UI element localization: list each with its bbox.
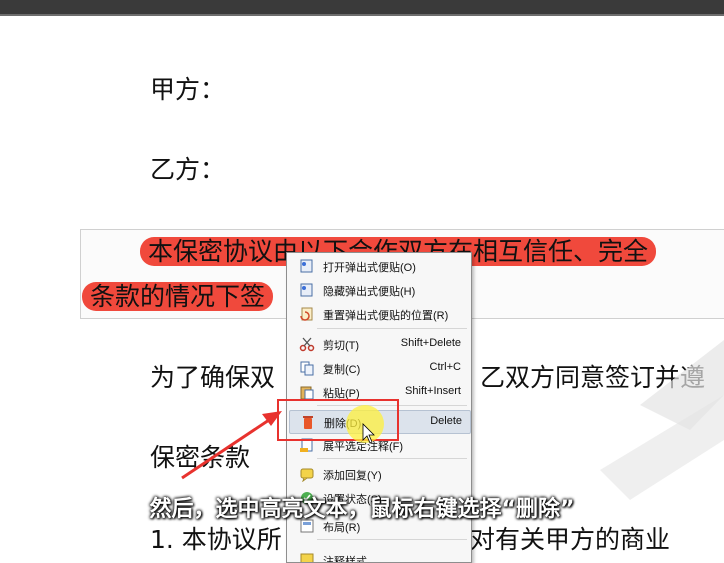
mouse-cursor-icon bbox=[362, 423, 375, 444]
video-subtitle: 然后，选中高亮文本，鼠标右键选择“删除” bbox=[149, 497, 575, 522]
annotation-arrow bbox=[181, 411, 375, 480]
